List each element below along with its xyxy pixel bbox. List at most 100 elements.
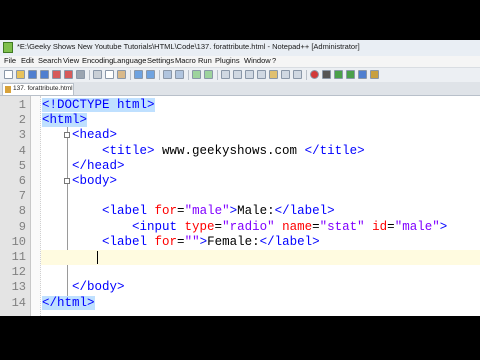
line-number: 6: [18, 174, 26, 188]
notepad-plus-plus-window: *E:\Geeky Shows New Youtube Tutorials\HT…: [0, 40, 480, 316]
code-token: name: [282, 219, 313, 234]
code-line: <head>: [42, 128, 117, 143]
code-line: </body>: [42, 280, 125, 295]
code-line: <label for="male">Male:</label>: [42, 204, 335, 219]
menu-edit[interactable]: Edit: [21, 56, 34, 65]
save-icon[interactable]: [28, 70, 37, 79]
line-number: 11: [11, 250, 26, 264]
menu-bar: File Edit Search View Encoding Language …: [0, 56, 480, 67]
current-line-highlight: [41, 250, 480, 266]
record-macro-icon[interactable]: [310, 70, 319, 79]
line-number: 1: [18, 98, 26, 112]
word-wrap-icon[interactable]: [245, 70, 254, 79]
print-icon[interactable]: [76, 70, 85, 79]
save-all-icon[interactable]: [40, 70, 49, 79]
code-token: >: [199, 234, 208, 249]
menu-run[interactable]: Run: [198, 56, 212, 65]
menu-plugins[interactable]: Plugins: [215, 56, 240, 65]
replace-icon[interactable]: [175, 70, 184, 79]
play-macro-icon[interactable]: [334, 70, 343, 79]
doc-map-icon[interactable]: [281, 70, 290, 79]
show-all-chars-icon[interactable]: [257, 70, 266, 79]
close-icon[interactable]: [52, 70, 61, 79]
code-token: </title>: [304, 143, 365, 158]
menu-settings[interactable]: Settings: [147, 56, 174, 65]
line-number: 7: [18, 189, 26, 204]
line-number: 13: [11, 280, 26, 295]
menu-view[interactable]: View: [63, 56, 79, 65]
undo-icon[interactable]: [134, 70, 143, 79]
menu-search[interactable]: Search: [38, 56, 62, 65]
code-token: =: [214, 219, 223, 234]
line-number: 3: [18, 128, 26, 143]
line-number: 12: [11, 265, 26, 280]
zoom-in-icon[interactable]: [192, 70, 201, 79]
line-number: 14: [11, 295, 26, 310]
code-token: =: [177, 234, 185, 249]
save-macro-icon[interactable]: [358, 70, 367, 79]
code-editor[interactable]: 1 2 3 4 5 6 7 8 9 10 11 12 13 14 <!DOCTYPE html> <html…: [0, 96, 480, 316]
copy-icon[interactable]: [105, 70, 114, 79]
code-token: =: [387, 219, 395, 234]
zoom-out-icon[interactable]: [204, 70, 213, 79]
tab-bar: 137. forattribute.html: [0, 82, 480, 96]
tab-file[interactable]: 137. forattribute.html: [2, 83, 74, 95]
line-number-gutter: 1 2 3 4 5 6 7 8 9 10 11 12 13 14: [0, 96, 31, 316]
toolbar-separator: [217, 70, 218, 80]
code-line: <title> www.geekyshows.com </title>: [42, 144, 365, 159]
find-icon[interactable]: [163, 70, 172, 79]
cut-icon[interactable]: [93, 70, 102, 79]
code-token: >: [439, 219, 448, 234]
new-file-icon[interactable]: [4, 70, 13, 79]
code-token: =: [177, 204, 185, 219]
code-token: for: [154, 234, 178, 249]
code-line: <body>: [42, 174, 117, 189]
line-number: 9: [18, 219, 26, 234]
code-token: </html>: [42, 295, 95, 310]
redo-icon[interactable]: [146, 70, 155, 79]
unsaved-file-icon: [5, 86, 11, 93]
window-title: *E:\Geeky Shows New Youtube Tutorials\HT…: [17, 42, 360, 51]
paste-icon[interactable]: [117, 70, 126, 79]
play-multiple-icon[interactable]: [346, 70, 355, 79]
code-token: </label>: [274, 204, 335, 219]
code-token: =: [312, 219, 320, 234]
code-token: </label>: [259, 234, 320, 249]
sync-horizontal-icon[interactable]: [233, 70, 242, 79]
code-token: <head>: [72, 128, 118, 143]
toolbar-separator: [188, 70, 189, 80]
line-number: 4: [18, 143, 26, 158]
stop-macro-icon[interactable]: [322, 70, 331, 79]
indent-guide-icon[interactable]: [269, 70, 278, 79]
code-token: Male:: [237, 204, 275, 219]
open-file-icon[interactable]: [16, 70, 25, 79]
code-token: type: [184, 219, 215, 234]
code-token: </head>: [72, 158, 125, 173]
menu-file[interactable]: File: [4, 56, 16, 65]
menu-help[interactable]: ?: [272, 56, 276, 65]
line-number: 8: [18, 204, 26, 219]
code-line: </head>: [42, 159, 125, 174]
code-token: <label: [102, 204, 155, 219]
code-token: "male": [184, 204, 230, 219]
sync-vertical-icon[interactable]: [221, 70, 230, 79]
spell-check-icon[interactable]: [370, 70, 379, 79]
menu-macro[interactable]: Macro: [175, 56, 196, 65]
code-token: </body>: [72, 280, 125, 295]
code-line: <label for="">Female:</label>: [42, 235, 320, 250]
menu-encoding[interactable]: Encoding: [82, 56, 113, 65]
function-list-icon[interactable]: [293, 70, 302, 79]
close-all-icon[interactable]: [64, 70, 73, 79]
menu-window[interactable]: Window: [244, 56, 271, 65]
notepad-plus-plus-icon: [3, 42, 13, 53]
code-token: <input: [132, 219, 185, 234]
menu-language[interactable]: Language: [113, 56, 146, 65]
code-token: "stat": [319, 219, 365, 234]
